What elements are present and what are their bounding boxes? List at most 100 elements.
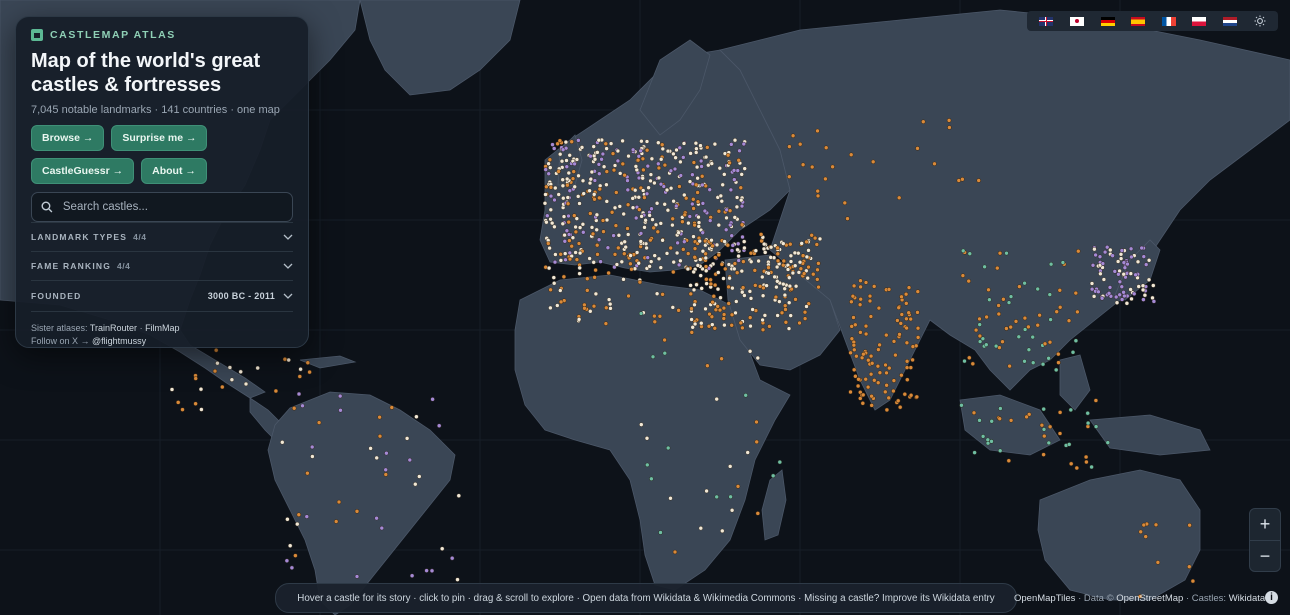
castle-marker[interactable] [736, 258, 741, 263]
castle-marker[interactable] [678, 173, 683, 178]
castle-marker[interactable] [639, 422, 644, 427]
castle-marker[interactable] [896, 398, 901, 403]
castle-marker[interactable] [569, 243, 574, 249]
castle-marker[interactable] [662, 202, 667, 207]
castle-marker[interactable] [686, 220, 691, 226]
castle-marker[interactable] [1089, 281, 1095, 286]
castle-marker[interactable] [716, 270, 721, 275]
castle-marker[interactable] [678, 159, 683, 165]
castle-marker[interactable] [566, 232, 572, 237]
castle-marker[interactable] [976, 178, 981, 183]
search-input[interactable] [60, 200, 283, 214]
castle-marker[interactable] [1139, 245, 1144, 251]
castle-marker[interactable] [622, 172, 627, 178]
zoom-out-button[interactable]: − [1250, 540, 1280, 572]
castle-marker[interactable] [687, 179, 693, 184]
castle-marker[interactable] [787, 283, 793, 289]
castle-marker[interactable] [604, 169, 609, 174]
castle-marker[interactable] [694, 150, 699, 155]
castle-marker[interactable] [193, 376, 198, 381]
castle-marker[interactable] [548, 305, 553, 311]
castle-marker[interactable] [895, 318, 900, 323]
castle-marker[interactable] [560, 147, 566, 152]
castle-marker[interactable] [613, 223, 619, 228]
castle-marker[interactable] [1048, 317, 1053, 322]
castle-marker[interactable] [677, 184, 682, 189]
castle-marker[interactable] [1040, 362, 1046, 367]
castle-marker[interactable] [908, 393, 914, 398]
castle-marker[interactable] [570, 176, 576, 181]
castle-marker[interactable] [947, 125, 952, 130]
castle-marker[interactable] [806, 248, 811, 253]
castle-marker[interactable] [587, 180, 593, 186]
castle-marker[interactable] [700, 248, 706, 254]
castle-marker[interactable] [959, 403, 964, 408]
castle-marker[interactable] [1056, 360, 1061, 365]
castle-marker[interactable] [562, 239, 567, 244]
castle-marker[interactable] [703, 264, 709, 269]
castle-marker[interactable] [656, 140, 661, 145]
castle-marker[interactable] [708, 277, 713, 282]
castle-marker[interactable] [703, 154, 709, 160]
castle-marker[interactable] [700, 230, 705, 235]
castle-marker[interactable] [1090, 263, 1096, 268]
castle-marker[interactable] [736, 158, 741, 163]
castle-marker[interactable] [1026, 347, 1032, 352]
castle-marker[interactable] [904, 365, 910, 370]
castle-marker[interactable] [561, 274, 567, 279]
castle-marker[interactable] [670, 216, 675, 222]
castle-marker[interactable] [658, 530, 663, 535]
castle-marker[interactable] [716, 209, 722, 214]
castle-marker[interactable] [783, 303, 788, 308]
castle-marker[interactable] [548, 165, 553, 170]
castle-marker[interactable] [1141, 297, 1146, 302]
castle-marker[interactable] [743, 393, 748, 398]
castle-marker[interactable] [735, 484, 741, 489]
de-flag-icon[interactable] [1100, 16, 1115, 26]
castle-marker[interactable] [852, 367, 857, 372]
castle-marker[interactable] [738, 185, 743, 190]
castle-marker[interactable] [374, 516, 379, 521]
castle-marker[interactable] [748, 323, 753, 329]
castle-marker[interactable] [674, 203, 679, 209]
castle-marker[interactable] [384, 451, 389, 456]
castle-marker[interactable] [694, 282, 699, 287]
castle-marker[interactable] [671, 151, 676, 157]
castle-marker[interactable] [414, 414, 419, 419]
castle-marker[interactable] [649, 259, 654, 264]
castle-marker[interactable] [739, 172, 744, 177]
castle-marker[interactable] [851, 283, 857, 289]
info-icon[interactable]: i [1265, 591, 1278, 604]
castle-marker[interactable] [797, 320, 802, 326]
castle-marker[interactable] [310, 444, 315, 450]
castle-marker[interactable] [338, 408, 343, 413]
castle-marker[interactable] [596, 162, 602, 167]
castle-marker[interactable] [710, 300, 715, 305]
search-box[interactable] [31, 192, 293, 222]
castle-marker[interactable] [1114, 300, 1120, 305]
castle-marker[interactable] [642, 195, 647, 200]
castle-marker[interactable] [1001, 297, 1006, 302]
castle-marker[interactable] [781, 258, 786, 264]
castle-marker[interactable] [984, 314, 989, 320]
castle-marker[interactable] [860, 401, 865, 406]
castle-marker[interactable] [581, 191, 586, 196]
castle-marker[interactable] [904, 316, 909, 321]
castle-marker[interactable] [921, 119, 926, 124]
castle-marker[interactable] [1024, 414, 1029, 420]
castle-marker[interactable] [793, 263, 798, 268]
castle-marker[interactable] [546, 265, 552, 271]
castle-marker[interactable] [1008, 294, 1014, 299]
castle-marker[interactable] [1116, 272, 1121, 277]
castle-marker[interactable] [566, 213, 571, 219]
castle-marker[interactable] [690, 172, 695, 177]
castle-marker[interactable] [645, 255, 650, 260]
castle-marker[interactable] [565, 176, 570, 182]
castle-marker[interactable] [858, 284, 863, 290]
castle-marker[interactable] [1085, 411, 1090, 416]
castle-marker[interactable] [714, 494, 719, 500]
castle-marker[interactable] [730, 243, 735, 248]
castle-marker[interactable] [1085, 420, 1091, 426]
castle-marker[interactable] [702, 208, 708, 214]
castle-marker[interactable] [589, 225, 595, 230]
